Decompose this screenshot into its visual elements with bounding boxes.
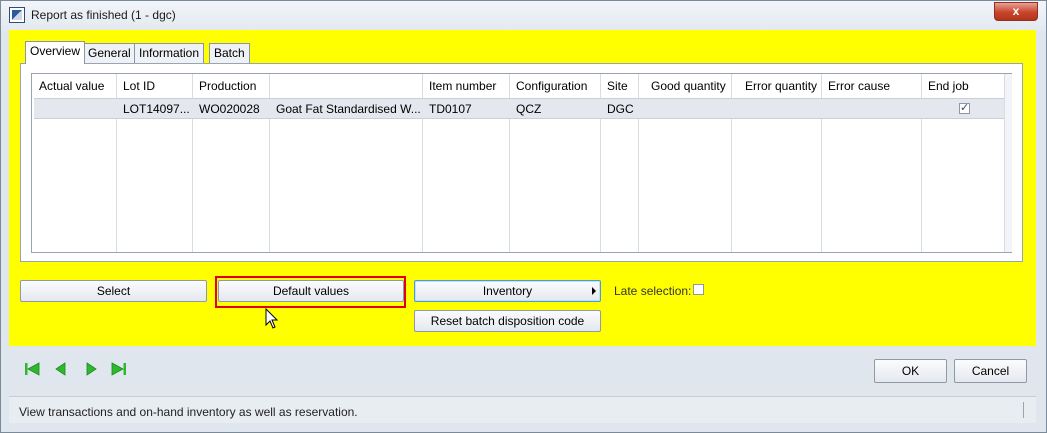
next-record-icon[interactable] bbox=[83, 362, 99, 376]
table-row[interactable]: LOT14097... WO020028 Goat Fat Standardis… bbox=[34, 98, 1004, 119]
column-header-site[interactable]: Site bbox=[607, 79, 628, 93]
column-header-item-number[interactable]: Item number bbox=[429, 79, 496, 93]
column-header-actual-value[interactable]: Actual value bbox=[39, 79, 104, 93]
column-header-lot-id[interactable]: Lot ID bbox=[123, 79, 155, 93]
default-values-button[interactable]: Default values bbox=[218, 280, 404, 302]
cell-production[interactable]: WO020028 bbox=[199, 102, 260, 116]
end-job-checkbox[interactable] bbox=[959, 101, 970, 114]
last-record-icon[interactable] bbox=[111, 362, 127, 376]
lines-grid[interactable]: Actual value Lot ID Production Item numb… bbox=[31, 73, 1012, 253]
reset-batch-disposition-button[interactable]: Reset batch disposition code bbox=[414, 310, 601, 332]
tab-information[interactable]: Information bbox=[134, 43, 205, 63]
cell-lot-id[interactable]: LOT14097... bbox=[123, 102, 190, 116]
close-button[interactable]: x bbox=[994, 2, 1038, 21]
inventory-menu-button[interactable]: Inventory bbox=[414, 280, 601, 302]
cell-site[interactable]: DGC bbox=[607, 102, 634, 116]
late-selection-checkbox[interactable] bbox=[693, 284, 704, 295]
inventory-button-label: Inventory bbox=[482, 284, 533, 298]
column-header-error-quantity[interactable]: Error quantity bbox=[745, 79, 817, 93]
mouse-cursor-icon bbox=[265, 308, 279, 329]
cell-item-name[interactable]: Goat Fat Standardised W... bbox=[276, 102, 421, 116]
cell-item-number[interactable]: TD0107 bbox=[429, 102, 472, 116]
column-header-production[interactable]: Production bbox=[199, 79, 256, 93]
resize-grip-icon[interactable] bbox=[1023, 402, 1026, 418]
submenu-arrow-icon bbox=[592, 287, 596, 295]
status-text: View transactions and on-hand inventory … bbox=[19, 405, 358, 419]
tab-batch[interactable]: Batch bbox=[209, 43, 250, 63]
late-selection-label: Late selection: bbox=[614, 284, 692, 298]
cancel-button[interactable]: Cancel bbox=[954, 359, 1027, 383]
select-button[interactable]: Select bbox=[20, 280, 207, 302]
window-title: Report as finished (1 - dgc) bbox=[31, 8, 176, 22]
app-icon bbox=[9, 7, 25, 23]
column-header-end-job[interactable]: End job bbox=[928, 79, 969, 93]
title-bar[interactable]: Report as finished (1 - dgc) x bbox=[1, 1, 1046, 31]
tab-overview[interactable]: Overview bbox=[25, 41, 86, 64]
column-header-good-quantity[interactable]: Good quantity bbox=[651, 79, 726, 93]
ok-button[interactable]: OK bbox=[874, 359, 947, 383]
column-header-error-cause[interactable]: Error cause bbox=[828, 79, 890, 93]
status-bar: View transactions and on-hand inventory … bbox=[9, 396, 1036, 423]
tab-general[interactable]: General bbox=[83, 43, 136, 63]
previous-record-icon[interactable] bbox=[53, 362, 69, 376]
vertical-scrollbar[interactable] bbox=[1004, 74, 1012, 252]
column-header-configuration[interactable]: Configuration bbox=[516, 79, 587, 93]
cell-configuration[interactable]: QCZ bbox=[516, 102, 541, 116]
first-record-icon[interactable] bbox=[24, 362, 40, 376]
